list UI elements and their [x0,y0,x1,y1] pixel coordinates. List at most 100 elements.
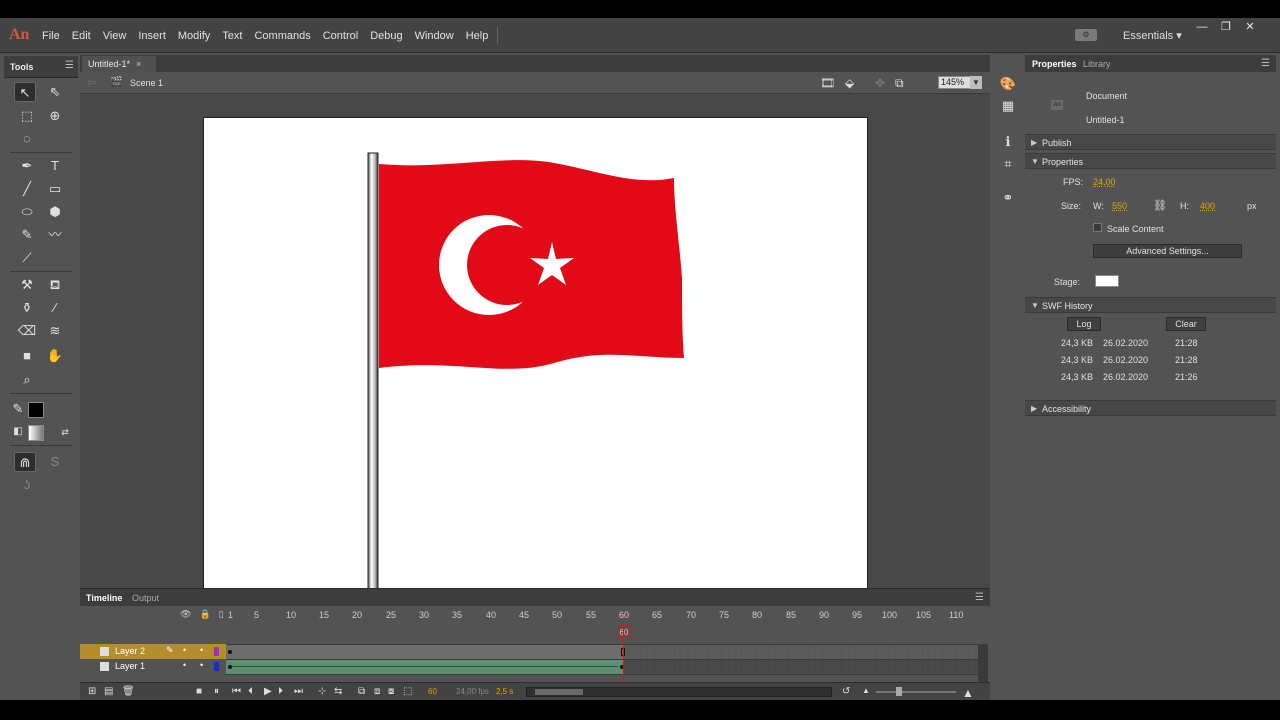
eraser-tool-icon[interactable]: ⌫ [16,321,38,341]
keyframe[interactable] [228,665,232,669]
ink-bottle-tool-icon[interactable]: ⚱ [16,298,38,318]
clip-content-icon[interactable]: ⧉ [895,76,904,91]
timeline-horizontal-scrollbar[interactable] [526,687,832,697]
text-tool-icon[interactable]: T [44,156,66,176]
close-button[interactable]: ✕ [1238,20,1262,34]
smooth-icon[interactable]: S [44,452,66,472]
advanced-settings-button[interactable]: Advanced Settings... [1093,244,1242,258]
swap-colors-icon[interactable]: ⇄ [54,422,76,442]
onion-markers-icon[interactable]: ⬚ [403,686,412,697]
fill-color-swatch[interactable] [28,425,44,441]
transform-panel-icon[interactable]: ⌗ [998,154,1018,174]
maximize-button[interactable]: ❐ [1214,20,1238,34]
section-properties[interactable]: ▼ Properties [1025,153,1276,169]
tab-library[interactable]: Library [1083,59,1111,69]
components-panel-icon[interactable]: ⚭ [998,188,1018,208]
layer-outline-color[interactable] [214,647,219,656]
zoom-in-icon[interactable]: ▲ [962,686,974,700]
lock-dot[interactable]: • [200,645,203,655]
rectangle-tool-icon[interactable]: ▭ [44,179,66,199]
eye-icon[interactable]: 👁 [180,609,191,620]
subselection-tool-icon[interactable]: ⇖ [44,82,66,102]
minimize-button[interactable]: — [1190,20,1214,34]
section-accessibility[interactable]: ▶ Accessibility [1025,400,1276,416]
playhead[interactable]: 60 [618,626,630,638]
reset-zoom-icon[interactable]: ↺ [842,686,850,697]
info-panel-icon[interactable]: ℹ [998,132,1018,152]
frame-grid[interactable] [226,644,978,675]
brush-tool-icon[interactable]: 〰 [44,225,66,245]
menu-modify[interactable]: Modify [172,30,216,42]
lasso-tool-icon[interactable]: ◌ [16,129,38,149]
center-frame-icon[interactable]: ⊹ [318,686,326,697]
zoom-out-icon[interactable]: ▲ [862,686,870,695]
snap-to-objects-icon[interactable]: ⋒ [14,452,36,472]
sync-settings-icon[interactable]: ⚙ [1075,29,1097,41]
lock-dot[interactable]: • [200,660,203,670]
close-tab-icon[interactable]: × [136,59,141,69]
link-icon[interactable]: ⛓ [1153,199,1167,212]
section-swf-history[interactable]: ▼ SWF History [1025,297,1276,313]
menu-debug[interactable]: Debug [364,30,408,42]
onion-outline-icon[interactable]: ⧈ [374,686,380,697]
clear-button[interactable]: Clear [1166,317,1206,331]
menu-help[interactable]: Help [460,30,495,42]
edit-scene-icon[interactable]: 🎞 [820,76,835,90]
stroke-color-swatch[interactable] [28,402,44,418]
layer-row-layer-1[interactable]: Layer 1 • • [80,659,226,674]
menu-window[interactable]: Window [409,30,460,42]
swatches-panel-icon[interactable]: ▦ [998,96,1018,116]
paint-brush-tool-icon[interactable]: ⟋ [16,248,38,268]
document-tab[interactable]: Untitled-1* × [82,56,156,72]
camera-tool-icon[interactable]: ■ [16,346,38,366]
new-layer-icon[interactable]: ⊞ [88,686,96,697]
play-icon[interactable]: ▶ [264,686,272,697]
polystar-tool-icon[interactable]: ⬢ [44,202,66,222]
visibility-dot[interactable]: • [183,645,186,655]
straighten-icon[interactable]: ʖ [16,475,38,495]
camera-toggle-icon[interactable]: ■ [196,686,202,697]
free-transform-tool-icon[interactable]: ⬚ [16,106,38,126]
first-frame-icon[interactable]: ⏮ [232,686,241,697]
frame-rate[interactable]: 24,00 fps [456,687,489,696]
new-folder-icon[interactable]: ▤ [104,686,113,697]
color-panel-icon[interactable]: 🎨 [998,74,1018,94]
edit-symbols-icon[interactable]: ⬙ [845,76,854,90]
eyedropper-tool-icon[interactable]: ⁄ [44,298,66,318]
oval-tool-icon[interactable]: ⬭ [16,202,38,222]
width-tool-icon[interactable]: ≋ [44,321,66,341]
layer-outline-color[interactable] [214,662,219,671]
selection-tool-icon[interactable]: ↖ [14,82,36,102]
onion-skin-icon[interactable]: ⧉ [358,686,365,697]
scale-content-checkbox[interactable] [1093,223,1102,232]
bone-tool-icon[interactable]: ⚒ [16,275,38,295]
layer-row-layer-2[interactable]: Layer 2 ✎ • • [80,644,226,659]
outline-icon[interactable]: ▯ [219,609,224,620]
menu-commands[interactable]: Commands [248,30,316,42]
step-back-icon[interactable]: ⏴ [248,686,253,697]
menu-text[interactable]: Text [216,30,248,42]
keyframe[interactable] [228,650,232,654]
width-value[interactable]: 550 [1112,201,1127,211]
scrollbar-thumb[interactable] [535,689,583,695]
panel-menu-icon[interactable]: ☰ [975,592,984,603]
log-button[interactable]: Log [1067,317,1101,331]
stage-color-swatch[interactable] [1095,275,1119,287]
line-tool-icon[interactable]: ╱ [16,179,38,199]
loop-icon[interactable]: ⇆ [334,686,342,697]
trash-icon[interactable]: 🗑 [122,686,135,697]
3d-rotation-tool-icon[interactable]: ⊕ [44,106,66,126]
edit-multiple-icon[interactable]: ⧇ [388,686,394,697]
visibility-dot[interactable]: • [183,660,186,670]
chevron-down-icon[interactable]: ▼ [970,76,982,89]
menu-file[interactable]: File [36,30,66,42]
panel-menu-icon[interactable]: ☰ [1261,58,1270,69]
menu-control[interactable]: Control [317,30,364,42]
workspace-switcher[interactable]: Essentials ▾ [1123,29,1182,42]
back-arrow-icon[interactable]: ⇦ [87,76,96,89]
fill-color-icon[interactable]: ◧ [7,422,29,442]
current-frame[interactable]: 60 [428,687,437,696]
tab-timeline[interactable]: Timeline [86,593,122,603]
center-stage-icon[interactable]: ✥ [875,76,885,90]
menu-view[interactable]: View [97,30,133,42]
